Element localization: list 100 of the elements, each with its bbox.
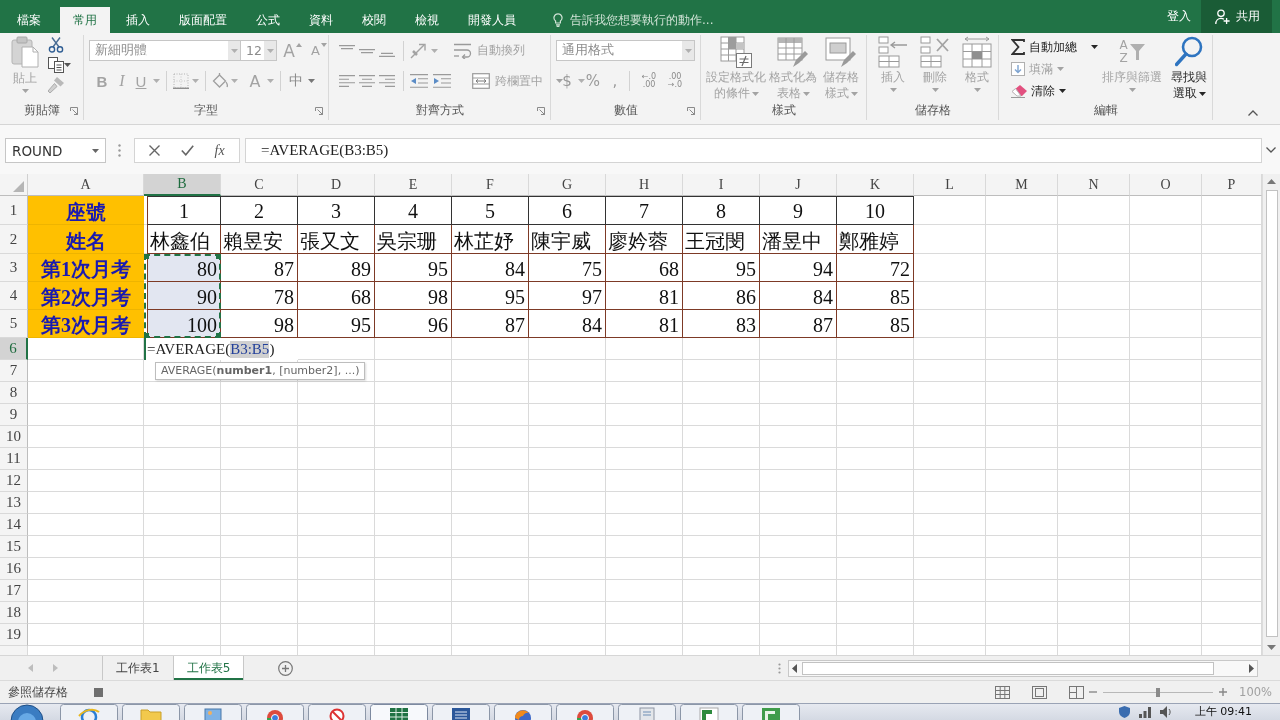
spreadsheet-cell[interactable]: 68 <box>298 282 375 310</box>
ribbon-tab[interactable]: 校閱 <box>349 7 399 33</box>
spreadsheet-cell[interactable]: 廖妗蓉 <box>606 225 683 254</box>
spreadsheet-cell[interactable]: 89 <box>298 254 375 282</box>
horizontal-scrollbar[interactable] <box>788 659 1258 677</box>
font-name-field[interactable]: 新細明體 <box>89 40 242 61</box>
chevron-up-icon[interactable] <box>1248 110 1258 116</box>
spreadsheet-cell[interactable]: 3 <box>298 196 375 225</box>
spreadsheet-cell[interactable]: 97 <box>529 282 606 310</box>
copy-icon[interactable] <box>48 57 64 73</box>
left-arrow-icon[interactable] <box>792 663 797 673</box>
formula-field[interactable]: =AVERAGE(B3:B5) <box>245 138 1262 163</box>
page-layout-icon[interactable] <box>1032 685 1048 699</box>
cell-edit-field[interactable]: =AVERAGE(B3:B5) <box>144 338 298 360</box>
spreadsheet-cell[interactable]: 87 <box>760 310 837 338</box>
taskbar-clock[interactable]: 上午 09:41 <box>1194 705 1252 719</box>
previous-sheet-icon[interactable] <box>28 664 33 672</box>
vertical-scrollbar[interactable] <box>1262 174 1280 655</box>
column-header[interactable]: D <box>298 174 375 196</box>
dialog-launcher-icon[interactable] <box>687 106 695 115</box>
picture-icon[interactable] <box>184 704 242 720</box>
spreadsheet-cell[interactable]: 4 <box>375 196 452 225</box>
tell-me-field[interactable]: 告訴我您想要執行的動作... <box>553 7 714 33</box>
spreadsheet-icon[interactable] <box>370 704 428 720</box>
minus-icon[interactable] <box>1089 691 1098 693</box>
spreadsheet-cell[interactable]: 98 <box>221 310 298 338</box>
up-arrow-icon[interactable] <box>1267 179 1276 184</box>
spreadsheet-cell[interactable]: 87 <box>452 310 529 338</box>
row-label-cell[interactable]: 第2次月考 <box>28 282 144 310</box>
spreadsheet-cell[interactable]: 6 <box>529 196 606 225</box>
row-label-cell[interactable]: 第1次月考 <box>28 254 144 282</box>
spreadsheet-cell[interactable]: 95 <box>298 310 375 338</box>
column-header[interactable]: N <box>1058 174 1130 196</box>
spreadsheet-cell[interactable]: 72 <box>837 254 914 282</box>
spreadsheet-cell[interactable]: 張又文 <box>298 225 375 254</box>
number-format-field[interactable]: 通用格式 <box>556 40 695 61</box>
find-select-button[interactable]: 尋找與選取 <box>1167 35 1211 101</box>
caret-icon[interactable] <box>1198 91 1206 96</box>
column-header[interactable]: F <box>452 174 529 196</box>
column-header[interactable]: B <box>144 174 221 196</box>
plus-icon[interactable] <box>1219 688 1228 696</box>
normal-view-icon[interactable] <box>995 685 1011 699</box>
spreadsheet-cell[interactable]: 8 <box>683 196 760 225</box>
sheet-tab[interactable]: 工作表5 <box>173 656 245 680</box>
no-sign-icon[interactable] <box>308 704 366 720</box>
decrease-indent-icon[interactable] <box>410 74 428 88</box>
column-header[interactable]: C <box>221 174 298 196</box>
column-header[interactable]: J <box>760 174 837 196</box>
spreadsheet-cell[interactable]: 81 <box>606 282 683 310</box>
dialog-launcher-icon[interactable] <box>537 106 545 115</box>
spreadsheet-cell[interactable]: 85 <box>837 282 914 310</box>
clear-button[interactable]: 清除 <box>1011 80 1097 102</box>
name-box[interactable]: ROUND <box>5 138 106 163</box>
ribbon-tab[interactable]: 常用 <box>60 7 110 33</box>
ribbon-tab[interactable]: 檔案 <box>1 7 57 33</box>
grip-icon[interactable] <box>118 144 121 157</box>
stop-square-icon[interactable] <box>94 687 103 697</box>
select-all-button[interactable] <box>0 174 28 196</box>
spreadsheet-cell[interactable]: 75 <box>529 254 606 282</box>
down-arrow-icon[interactable] <box>1267 645 1276 650</box>
spreadsheet-cell[interactable]: 潘昱中 <box>760 225 837 254</box>
speaker-icon[interactable] <box>1159 706 1172 718</box>
align-center-icon[interactable] <box>359 75 375 87</box>
spreadsheet-cell[interactable]: 陳宇威 <box>529 225 606 254</box>
spreadsheet-cell[interactable]: 王冠閔 <box>683 225 760 254</box>
sign-in-link[interactable]: 登入 <box>1167 8 1191 25</box>
next-sheet-icon[interactable] <box>53 664 58 672</box>
shield-icon[interactable] <box>1118 706 1130 718</box>
column-header[interactable]: I <box>683 174 760 196</box>
ribbon-tab[interactable]: 開發人員 <box>455 7 529 33</box>
start-orb-icon[interactable] <box>10 704 44 720</box>
folder-icon[interactable] <box>122 704 180 720</box>
spreadsheet-cell[interactable]: 81 <box>606 310 683 338</box>
ribbon-tab[interactable]: 公式 <box>243 7 293 33</box>
spreadsheet-cell[interactable]: 5 <box>452 196 529 225</box>
page-break-icon[interactable] <box>1069 685 1085 699</box>
spreadsheet-cell[interactable]: 賴昱安 <box>221 225 298 254</box>
spreadsheet-cell[interactable]: 95 <box>375 254 452 282</box>
globe-icon[interactable] <box>60 704 118 720</box>
spreadsheet-cell[interactable]: 87 <box>221 254 298 282</box>
spreadsheet-cell[interactable]: 86 <box>683 282 760 310</box>
insert-function-button[interactable]: fx <box>214 142 225 159</box>
caret-icon[interactable] <box>1091 45 1098 49</box>
ring-icon[interactable] <box>556 704 614 720</box>
column-header[interactable]: O <box>1130 174 1202 196</box>
spreadsheet-cell[interactable]: 吳宗珊 <box>375 225 452 254</box>
spreadsheet-cell[interactable]: 95 <box>452 282 529 310</box>
border-icon[interactable] <box>173 73 189 89</box>
dialog-launcher-icon[interactable] <box>315 106 323 115</box>
right-arrow-icon[interactable] <box>1249 663 1254 673</box>
ring-icon[interactable] <box>246 704 304 720</box>
network-icon[interactable] <box>1138 706 1151 718</box>
spreadsheet-cell[interactable]: 7 <box>606 196 683 225</box>
spreadsheet-cell[interactable]: 83 <box>683 310 760 338</box>
column-header[interactable]: L <box>914 174 986 196</box>
zoom-slider-thumb[interactable] <box>1156 687 1161 697</box>
ribbon-tab[interactable]: 版面配置 <box>166 7 240 33</box>
add-sheet-icon[interactable] <box>278 660 294 676</box>
increase-indent-icon[interactable] <box>433 74 451 88</box>
share-button[interactable]: 共用 <box>1201 0 1272 33</box>
